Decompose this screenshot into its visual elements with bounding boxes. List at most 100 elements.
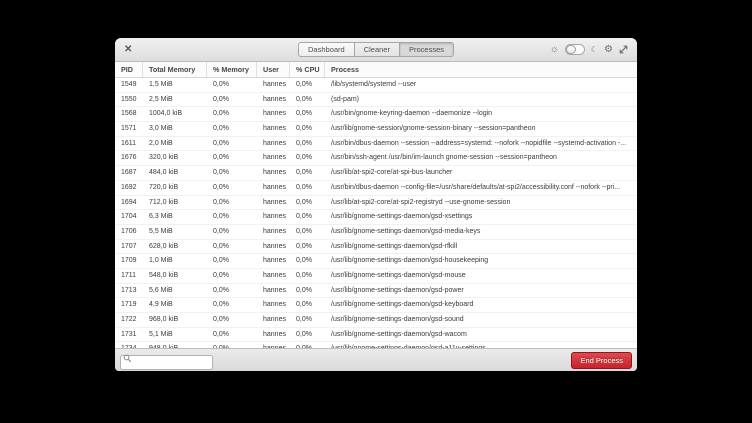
table-row[interactable]: 1692720,0 kiB0,0%hannes0,0%/usr/bin/dbus… <box>115 181 637 196</box>
table-cell: /usr/lib/gnome-settings-daemon/gsd-mouse <box>325 269 637 283</box>
table-row[interactable]: 1676320,0 kiB0,0%hannes0,0%/usr/bin/ssh-… <box>115 151 637 166</box>
table-cell: /lib/systemd/systemd --user <box>325 78 637 92</box>
table-row[interactable]: 17046,3 MiB0,0%hannes0,0%/usr/lib/gnome-… <box>115 210 637 225</box>
table-row[interactable]: 17194,9 MiB0,0%hannes0,0%/usr/lib/gnome-… <box>115 298 637 313</box>
table-cell: 0,0% <box>207 269 257 283</box>
table-cell: /usr/lib/gnome-settings-daemon/gsd-wacom <box>325 328 637 342</box>
table-cell: 0,0% <box>290 151 325 165</box>
column-header-total-memory[interactable]: Total Memory <box>143 62 207 77</box>
tab-cleaner[interactable]: Cleaner <box>355 42 400 57</box>
table-cell: 1550 <box>115 93 143 107</box>
column-header-percent-memory[interactable]: % Memory <box>207 62 257 77</box>
table-cell: 720,0 kiB <box>143 181 207 195</box>
headerbar: ✕ Dashboard Cleaner Processes ☼ ☾ ⚙ <box>115 38 637 62</box>
table-cell: 0,0% <box>290 313 325 327</box>
table-cell: (sd-pam) <box>325 93 637 107</box>
table-cell: 1707 <box>115 240 143 254</box>
dark-mode-moon-icon: ☾ <box>591 46 598 54</box>
expand-fullscreen-icon[interactable] <box>619 45 628 54</box>
end-process-button[interactable]: End Process <box>571 352 632 369</box>
table-row[interactable]: 17091,0 MiB0,0%hannes0,0%/usr/lib/gnome-… <box>115 254 637 269</box>
table-cell: 0,0% <box>207 313 257 327</box>
tab-processes[interactable]: Processes <box>400 42 454 57</box>
table-row[interactable]: 15713,0 MiB0,0%hannes0,0%/usr/lib/gnome-… <box>115 122 637 137</box>
search-input[interactable] <box>120 355 213 370</box>
table-cell: 5,6 MiB <box>143 284 207 298</box>
close-button[interactable]: ✕ <box>124 45 132 55</box>
table-cell: 0,0% <box>207 93 257 107</box>
table-cell: 0,0% <box>207 181 257 195</box>
column-header-process[interactable]: Process <box>325 62 637 77</box>
toggle-knob <box>566 45 576 54</box>
table-cell: /usr/bin/dbus-daemon --config-file=/usr/… <box>325 181 637 195</box>
table-row[interactable]: 15681004,0 kiB0,0%hannes0,0%/usr/bin/gno… <box>115 107 637 122</box>
table-cell: 0,0% <box>290 298 325 312</box>
table-cell: /usr/lib/at-spi2-core/at-spi-bus-launche… <box>325 166 637 180</box>
table-cell: 0,0% <box>290 166 325 180</box>
column-header-user[interactable]: User <box>257 62 290 77</box>
table-cell: 1694 <box>115 196 143 210</box>
table-row[interactable]: 15502,5 MiB0,0%hannes0,0%(sd-pam) <box>115 93 637 108</box>
table-row[interactable]: 17135,6 MiB0,0%hannes0,0%/usr/lib/gnome-… <box>115 284 637 299</box>
table-cell: 1571 <box>115 122 143 136</box>
table-cell: 0,0% <box>207 225 257 239</box>
table-cell: hannes <box>257 166 290 180</box>
table-row[interactable]: 16112,0 MiB0,0%hannes0,0%/usr/bin/dbus-d… <box>115 137 637 152</box>
table-cell: 628,0 kiB <box>143 240 207 254</box>
table-cell: 0,0% <box>290 284 325 298</box>
table-cell: hannes <box>257 196 290 210</box>
table-cell: 0,0% <box>290 254 325 268</box>
table-cell: hannes <box>257 240 290 254</box>
table-cell: /usr/bin/gnome-keyring-daemon --daemoniz… <box>325 107 637 121</box>
table-cell: /usr/lib/gnome-settings-daemon/gsd-keybo… <box>325 298 637 312</box>
table-cell: /usr/lib/gnome-session/gnome-session-bin… <box>325 122 637 136</box>
table-cell: /usr/lib/gnome-settings-daemon/gsd-rfkil… <box>325 240 637 254</box>
table-cell: 0,0% <box>207 122 257 136</box>
table-cell: /usr/lib/at-spi2-core/at-spi2-registryd … <box>325 196 637 210</box>
table-cell: 1713 <box>115 284 143 298</box>
table-cell: 1,0 MiB <box>143 254 207 268</box>
settings-gear-icon[interactable]: ⚙ <box>604 45 613 55</box>
table-cell: 0,0% <box>207 107 257 121</box>
table-cell: hannes <box>257 328 290 342</box>
table-cell: 0,0% <box>207 240 257 254</box>
table-cell: 0,0% <box>290 328 325 342</box>
table-cell: 1704 <box>115 210 143 224</box>
table-cell: hannes <box>257 137 290 151</box>
table-cell: /usr/bin/ssh-agent /usr/bin/im-launch gn… <box>325 151 637 165</box>
light-mode-sun-icon: ☼ <box>550 45 559 55</box>
table-cell: 712,0 kiB <box>143 196 207 210</box>
table-row[interactable]: 17065,5 MiB0,0%hannes0,0%/usr/lib/gnome-… <box>115 225 637 240</box>
table-cell: hannes <box>257 269 290 283</box>
table-cell: 1004,0 kiB <box>143 107 207 121</box>
monitor-app-window: ✕ Dashboard Cleaner Processes ☼ ☾ ⚙ <box>115 38 637 371</box>
table-cell: 0,0% <box>290 78 325 92</box>
process-table-body: 15491,5 MiB0,0%hannes0,0%/lib/systemd/sy… <box>115 78 637 348</box>
dark-mode-toggle[interactable] <box>565 44 585 55</box>
table-cell: 0,0% <box>207 298 257 312</box>
column-header-pid[interactable]: PID <box>115 62 143 77</box>
table-cell: 0,0% <box>207 284 257 298</box>
desktop-background: ✕ Dashboard Cleaner Processes ☼ ☾ ⚙ <box>0 0 752 423</box>
tab-dashboard[interactable]: Dashboard <box>298 42 355 57</box>
table-cell: 0,0% <box>207 137 257 151</box>
table-row[interactable]: 1694712,0 kiB0,0%hannes0,0%/usr/lib/at-s… <box>115 196 637 211</box>
table-row[interactable]: 17315,1 MiB0,0%hannes0,0%/usr/lib/gnome-… <box>115 328 637 343</box>
table-cell: hannes <box>257 122 290 136</box>
table-row[interactable]: 1707628,0 kiB0,0%hannes0,0%/usr/lib/gnom… <box>115 240 637 255</box>
table-cell: 0,0% <box>290 122 325 136</box>
table-cell: 1706 <box>115 225 143 239</box>
table-cell: hannes <box>257 210 290 224</box>
table-cell: hannes <box>257 181 290 195</box>
table-cell: 4,9 MiB <box>143 298 207 312</box>
table-cell: hannes <box>257 225 290 239</box>
table-row[interactable]: 1687484,0 kiB0,0%hannes0,0%/usr/lib/at-s… <box>115 166 637 181</box>
table-cell: 484,0 kiB <box>143 166 207 180</box>
table-cell: 1692 <box>115 181 143 195</box>
table-row[interactable]: 15491,5 MiB0,0%hannes0,0%/lib/systemd/sy… <box>115 78 637 93</box>
view-switcher: Dashboard Cleaner Processes <box>298 42 454 57</box>
table-row[interactable]: 1711548,0 kiB0,0%hannes0,0%/usr/lib/gnom… <box>115 269 637 284</box>
table-row[interactable]: 1722968,0 kiB0,0%hannes0,0%/usr/lib/gnom… <box>115 313 637 328</box>
column-header-percent-cpu[interactable]: % CPU <box>290 62 325 77</box>
table-cell: 1722 <box>115 313 143 327</box>
